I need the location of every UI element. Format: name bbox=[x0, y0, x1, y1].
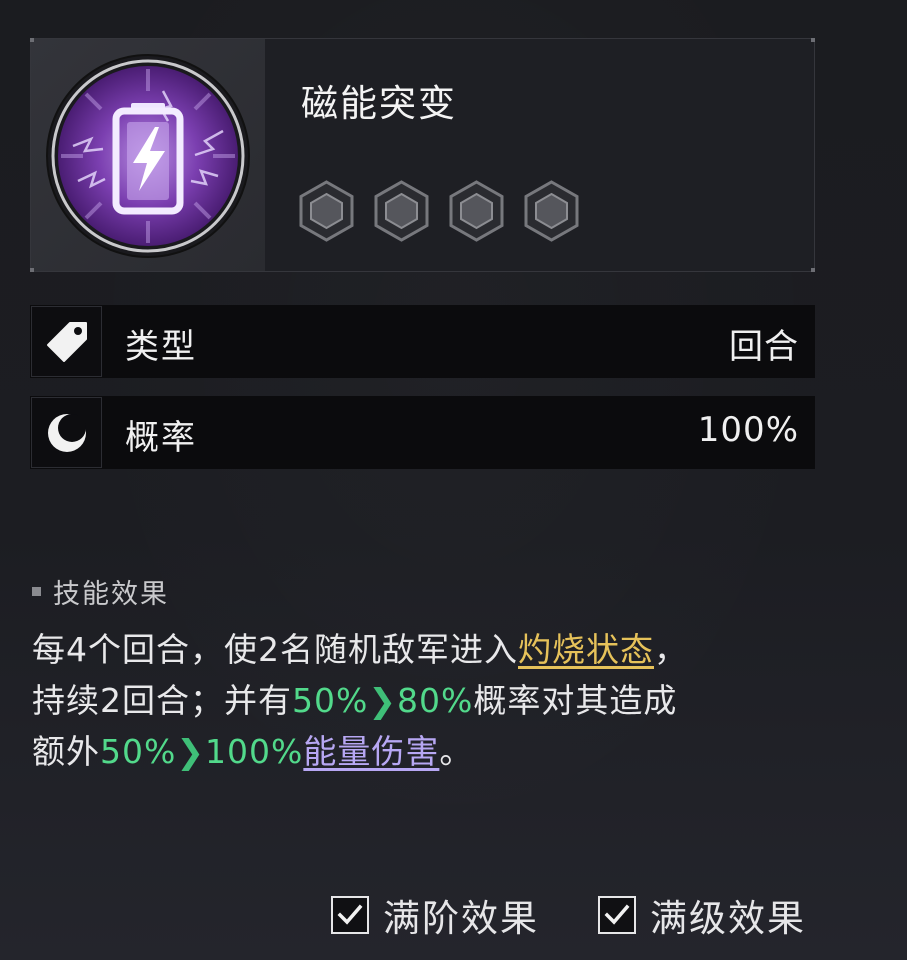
burn-status-link[interactable]: 灼烧状态 bbox=[518, 630, 654, 669]
corner-mark bbox=[811, 268, 815, 272]
upgrade-value-to: 100% bbox=[205, 732, 304, 771]
upgrade-value-from: 50% bbox=[100, 732, 177, 771]
upgrade-arrow-icon: ❯ bbox=[368, 681, 398, 720]
skill-name: 磁能突变 bbox=[301, 82, 457, 125]
attribute-icon-box bbox=[31, 397, 102, 468]
full-rank-label: 满阶效果 bbox=[383, 897, 539, 940]
corner-mark bbox=[30, 38, 34, 42]
desc-text: 额外 bbox=[32, 732, 100, 771]
hexagon-star-icon bbox=[299, 180, 354, 242]
attribute-icon-box bbox=[31, 306, 102, 377]
checkmark-icon bbox=[604, 904, 630, 925]
checkmark-icon bbox=[337, 904, 363, 925]
full-level-label: 满级效果 bbox=[650, 897, 806, 940]
skill-rank-stars bbox=[296, 179, 582, 243]
attribute-label: 概率 bbox=[125, 418, 197, 458]
section-title: 技能效果 bbox=[53, 579, 169, 610]
skill-card: 磁能突变 bbox=[30, 38, 815, 272]
desc-text: 概率对其造成 bbox=[473, 681, 678, 720]
attribute-row-probability: 概率 100% bbox=[30, 396, 815, 469]
desc-text: 每4个回合，使2名随机敌军进入 bbox=[32, 630, 518, 669]
upgrade-value-from: 50% bbox=[292, 681, 369, 720]
lightning-battery-icon bbox=[46, 54, 250, 258]
tag-icon bbox=[46, 321, 87, 362]
skill-effect-header: 技能效果 bbox=[32, 572, 169, 611]
hexagon-star-icon bbox=[449, 180, 504, 242]
desc-text: 。 bbox=[439, 732, 474, 771]
attribute-row-type: 类型 回合 bbox=[30, 305, 815, 378]
corner-mark bbox=[30, 268, 34, 272]
skill-icon-panel bbox=[31, 39, 265, 271]
attribute-label: 类型 bbox=[125, 327, 197, 367]
full-rank-checkbox[interactable] bbox=[331, 896, 369, 934]
energy-damage-link[interactable]: 能量伤害 bbox=[303, 732, 439, 771]
corner-mark bbox=[811, 38, 815, 42]
desc-text: ， bbox=[654, 630, 688, 669]
upgrade-value-to: 80% bbox=[397, 681, 474, 720]
skill-description: 每4个回合，使2名随机敌军进入灼烧状态， 持续2回合；并有50%❯80%概率对其… bbox=[32, 624, 852, 777]
desc-text: 持续2回合；并有 bbox=[32, 681, 292, 720]
hexagon-star-icon bbox=[524, 180, 579, 242]
upgrade-arrow-icon: ❯ bbox=[176, 732, 206, 771]
attribute-value: 100% bbox=[697, 410, 799, 450]
full-rank-effect-toggle[interactable]: 满阶效果 bbox=[331, 888, 539, 942]
hexagon-star-icon bbox=[374, 180, 429, 242]
full-level-checkbox[interactable] bbox=[598, 896, 636, 934]
square-bullet-icon bbox=[32, 587, 41, 596]
moon-icon bbox=[47, 413, 86, 452]
full-level-effect-toggle[interactable]: 满级效果 bbox=[598, 888, 806, 942]
attribute-value: 回合 bbox=[729, 327, 799, 367]
